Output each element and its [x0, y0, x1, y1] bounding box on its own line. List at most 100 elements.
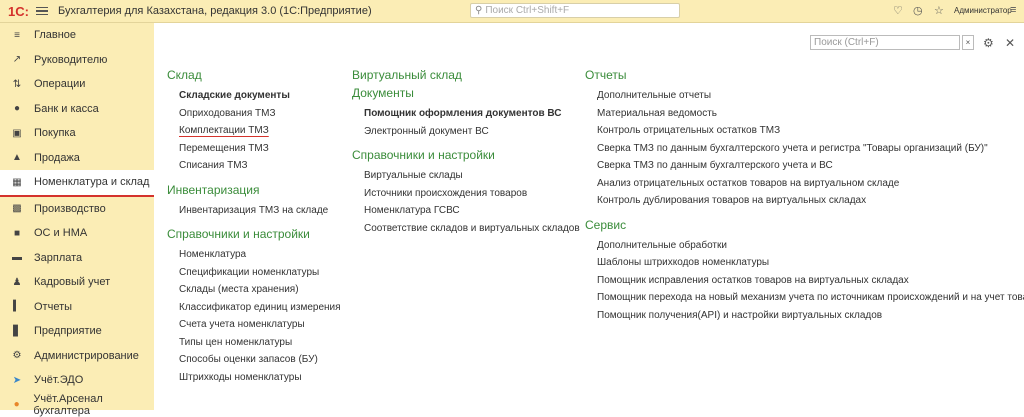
grid-icon: ▦ — [12, 177, 22, 187]
sidebar-item-label: Администрирование — [34, 350, 139, 362]
link[interactable]: Инвентаризация ТМЗ на складе — [179, 202, 341, 220]
sidebar-item-arsenal[interactable]: ● Учёт.Арсенал бухгалтера — [0, 393, 154, 417]
section-title: Справочники и настройки — [352, 146, 580, 164]
section-title: Отчеты — [585, 66, 1024, 84]
sidebar-item-label: Номенклатура и склад — [34, 176, 149, 188]
operations-icon: ⇅ — [12, 79, 22, 89]
sidebar-item-label: Банк и касса — [34, 103, 99, 115]
arsenal-icon: ● — [12, 400, 21, 410]
link[interactable]: Шаблоны штрихкодов номенклатуры — [597, 254, 1024, 272]
link[interactable]: Электронный документ ВС — [364, 123, 580, 141]
column-reports: Отчеты Дополнительные отчеты Материальна… — [585, 66, 1024, 324]
cart-icon: ▣ — [12, 128, 22, 138]
link[interactable]: Дополнительные отчеты — [597, 87, 1024, 105]
wallet-icon: ▬ — [12, 253, 22, 263]
star-icon[interactable]: ☆ — [934, 4, 944, 17]
section-title: Документы — [352, 84, 580, 102]
sidebar-item-admin[interactable]: ⚙ Администрирование — [0, 344, 154, 369]
sidebar-item-label: Руководителю — [34, 54, 107, 66]
link[interactable]: Классификатор единиц измерения — [179, 299, 341, 317]
link[interactable]: Номенклатура ГСВС — [364, 202, 580, 220]
link[interactable]: Перемещения ТМЗ — [179, 140, 341, 158]
link[interactable]: Контроль дублирования товаров на виртуал… — [597, 192, 1024, 210]
sidebar-item-edo[interactable]: ➤ Учёт.ЭДО — [0, 368, 154, 393]
settings-menu-icon[interactable]: ≡ — [1010, 4, 1016, 16]
sidebar-item-assets[interactable]: ■ОС и НМА — [0, 221, 154, 246]
link[interactable]: Источники происхождения товаров — [364, 185, 580, 203]
section-search-input[interactable]: Поиск (Ctrl+F) — [810, 35, 960, 50]
sidebar-item-operations[interactable]: ⇅ Операции — [0, 72, 154, 97]
main-menu-icon[interactable] — [36, 7, 48, 16]
close-icon[interactable]: ✕ — [1005, 36, 1015, 50]
sidebar-item-salary[interactable]: ▬ Зарплата — [0, 246, 154, 271]
bank-icon: ● — [12, 104, 22, 114]
link[interactable]: Номенклатура — [179, 246, 341, 264]
sidebar-item-enterprise[interactable]: ▋Предприятие — [0, 319, 154, 344]
link[interactable]: Сверка ТМЗ по данным бухгалтерского учет… — [597, 140, 1024, 158]
section-title: Виртуальный склад — [352, 66, 580, 84]
history-icon[interactable]: ◷ — [913, 4, 923, 17]
link[interactable]: Оприходования ТМЗ — [179, 105, 341, 123]
sidebar-item-sales[interactable]: ▲ Продажа — [0, 146, 154, 171]
bag-icon: ▲ — [12, 153, 22, 163]
gear-icon[interactable]: ⚙ — [983, 36, 994, 50]
chart-icon: ▍ — [12, 302, 22, 312]
link[interactable]: Комплектации ТМЗ — [179, 122, 341, 140]
user-name[interactable]: Администратор — [954, 6, 1012, 15]
menu-icon: ≡ — [12, 30, 22, 40]
sidebar: ≡ Главное ↗ Руководителю ⇅ Операции ● Банк и… — [0, 23, 154, 410]
link[interactable]: Помощник перехода на новый механизм учет… — [597, 289, 1024, 307]
link[interactable]: Типы цен номенклатуры — [179, 334, 341, 352]
link[interactable]: Штрихкоды номенклатуры — [179, 369, 341, 387]
link[interactable]: Спецификации номенклатуры — [179, 264, 341, 282]
section-title: Инвентаризация — [167, 181, 341, 199]
link[interactable]: Складские документы — [179, 87, 341, 105]
link[interactable]: Виртуальные склады — [364, 167, 580, 185]
link[interactable]: Анализ отрицательных остатков товаров на… — [597, 175, 1024, 193]
sidebar-item-manager[interactable]: ↗ Руководителю — [0, 48, 154, 73]
building-icon: ▋ — [12, 326, 22, 336]
sidebar-item-label: Продажа — [34, 152, 80, 164]
link[interactable]: Дополнительные обработки — [597, 237, 1024, 255]
sidebar-item-reports[interactable]: ▍ Отчеты — [0, 295, 154, 320]
link[interactable]: Способы оценки запасов (БУ) — [179, 351, 341, 369]
sidebar-item-bank[interactable]: ● Банк и касса — [0, 97, 154, 122]
sidebar-item-label: Отчеты — [34, 301, 72, 313]
top-bar: 1С: Бухгалтерия для Казахстана, редакция… — [0, 0, 1024, 23]
link[interactable]: Помощник исправления остатков товаров на… — [597, 272, 1024, 290]
send-icon: ➤ — [12, 375, 22, 385]
sidebar-item-label: Покупка — [34, 127, 76, 139]
section-title: Склад — [167, 66, 341, 84]
sidebar-item-label: Зарплата — [34, 252, 82, 264]
sidebar-item-label: Производство — [34, 203, 106, 215]
link[interactable]: Счета учета номенклатуры — [179, 316, 341, 334]
people-icon: ♟ — [12, 277, 22, 287]
link[interactable]: Сверка ТМЗ по данным бухгалтерского учет… — [597, 157, 1024, 175]
link[interactable]: Склады (места хранения) — [179, 281, 341, 299]
sidebar-item-label: Учёт.Арсенал бухгалтера — [33, 393, 154, 417]
sidebar-item-hr[interactable]: ♟Кадровый учет — [0, 270, 154, 295]
search-icon: ⚲ — [475, 5, 482, 16]
gear-icon: ⚙ — [12, 351, 22, 361]
bell-icon[interactable]: ♡ — [893, 4, 903, 17]
link[interactable]: Помощник получения(API) и настройки вирт… — [597, 307, 1024, 325]
section-title: Справочники и настройки — [167, 225, 341, 243]
column-warehouse: Склад Складские документы Оприходования … — [167, 66, 341, 386]
sidebar-item-main[interactable]: ≡ Главное — [0, 23, 154, 48]
sidebar-item-label: Учёт.ЭДО — [34, 374, 83, 386]
sidebar-item-label: Операции — [34, 78, 85, 90]
sidebar-item-purchase[interactable]: ▣ Покупка — [0, 121, 154, 146]
column-virtual-warehouse: Виртуальный склад Документы Помощник офо… — [352, 66, 580, 237]
link[interactable]: Списания ТМЗ — [179, 157, 341, 175]
factory-icon: ▩ — [12, 204, 22, 214]
trend-icon: ↗ — [12, 55, 22, 65]
link[interactable]: Материальная ведомость — [597, 105, 1024, 123]
link[interactable]: Помощник оформления документов ВС — [364, 105, 580, 123]
link[interactable]: Соответствие складов и виртуальных склад… — [364, 220, 580, 238]
clear-search-button[interactable]: × — [962, 35, 974, 50]
link[interactable]: Контроль отрицательных остатков ТМЗ — [597, 122, 1024, 140]
global-search-input[interactable]: ⚲ Поиск Ctrl+Shift+F — [470, 3, 680, 18]
sidebar-item-label: Главное — [34, 29, 76, 41]
sidebar-item-nomenclature[interactable]: ▦ Номенклатура и склад — [0, 170, 154, 197]
sidebar-item-production[interactable]: ▩ Производство — [0, 197, 154, 222]
